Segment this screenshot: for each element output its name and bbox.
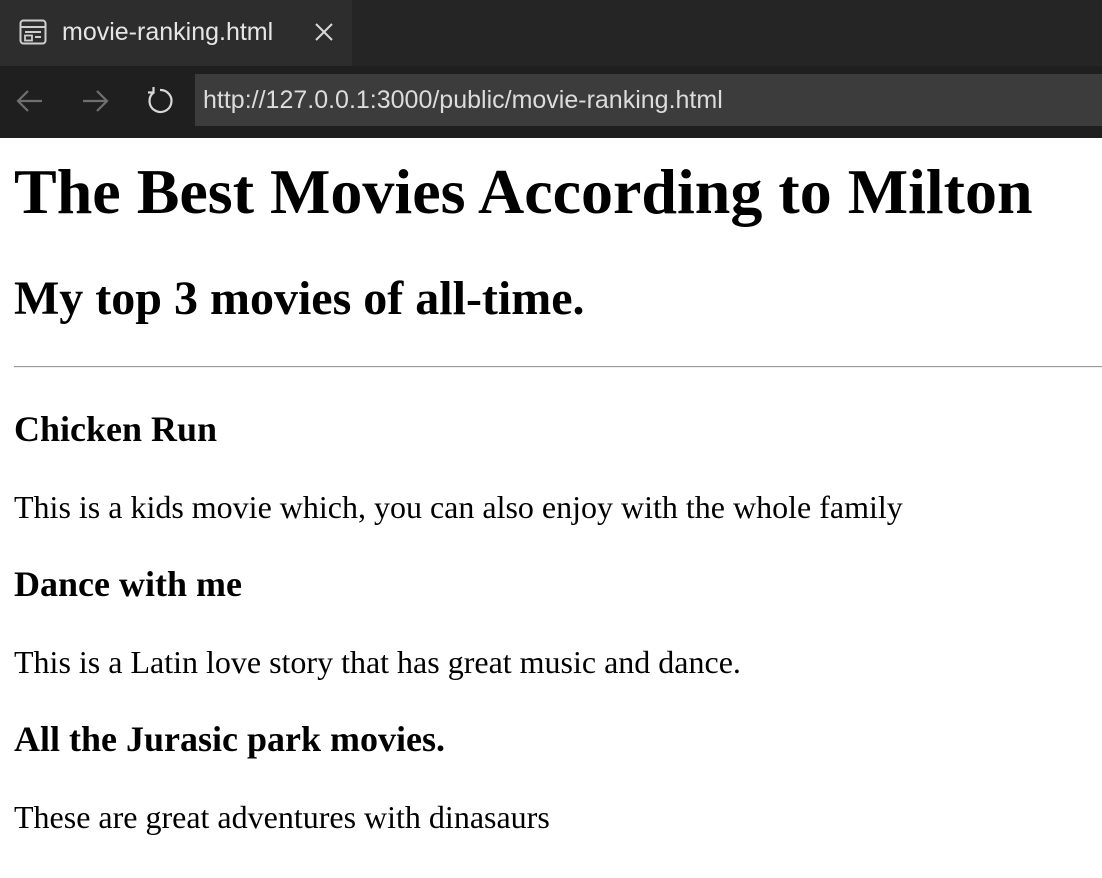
browser-window: movie-ranking.html http://127.0.0.1:3000… [0, 0, 1102, 878]
address-bar[interactable] [195, 74, 1102, 126]
page-icon [19, 19, 47, 45]
reload-icon[interactable] [143, 84, 177, 118]
arrow-left-icon[interactable] [13, 84, 47, 118]
movie-description: These are great adventures with dinasaur… [14, 799, 550, 835]
page-title: The Best Movies According to Milton [14, 156, 1033, 227]
movie-title: Dance with me [14, 564, 242, 604]
page-content: The Best Movies According to Milton My t… [0, 138, 1102, 878]
navigation-bar [0, 66, 1102, 138]
close-icon[interactable] [312, 20, 336, 44]
movie-title: All the Jurasic park movies. [14, 719, 445, 759]
divider [14, 366, 1102, 368]
tab-strip: movie-ranking.html [0, 0, 1102, 66]
movie-description: This is a Latin love story that has grea… [14, 644, 741, 680]
arrow-right-icon[interactable] [78, 84, 112, 118]
movie-title: Chicken Run [14, 409, 218, 449]
page-subtitle: My top 3 movies of all-time. [14, 272, 585, 325]
movie-description: This is a kids movie which, you can also… [14, 489, 903, 525]
tab-title: movie-ranking.html [62, 18, 274, 46]
tab-movie-ranking[interactable]: movie-ranking.html [0, 0, 352, 66]
